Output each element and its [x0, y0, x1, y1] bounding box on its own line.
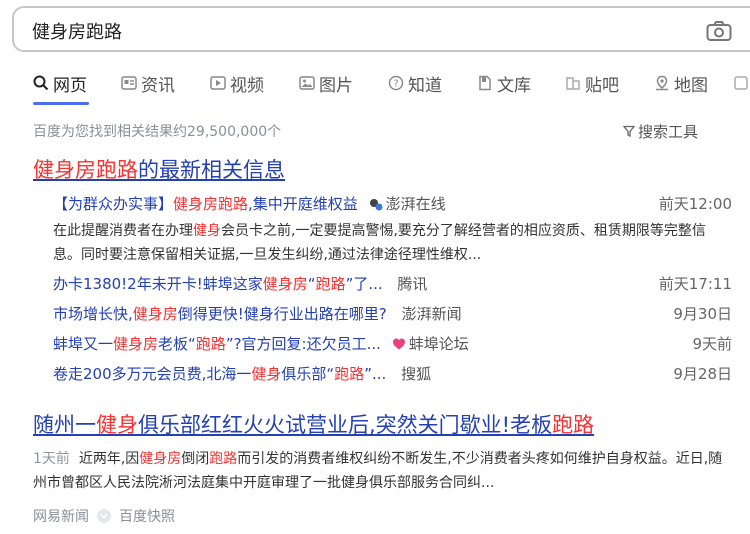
- news-title-highlight: 跑路: [195, 335, 226, 353]
- news-title-part: ,集中开庭维权益: [248, 195, 358, 213]
- tab-web[interactable]: 网页: [33, 70, 87, 96]
- news-title-part: 俱乐部“: [281, 365, 335, 383]
- title-text: 的最新相关信息: [138, 158, 285, 182]
- news-title-part: 卷走200多万元会员费,北海一: [53, 365, 252, 383]
- news-title-highlight: 健身房跑路: [173, 195, 249, 213]
- news-title-part: ”?官方回复:还欠员工...: [225, 335, 381, 353]
- document-icon: [477, 75, 493, 91]
- news-block-title[interactable]: 健身房跑路的最新相关信息: [33, 154, 285, 184]
- news-title-highlight: 健身房: [262, 275, 308, 293]
- tab-tieba[interactable]: 贴吧: [565, 70, 619, 96]
- snippet-text: 在此提醒消费者在办理: [53, 223, 193, 239]
- result-date: 1天前: [33, 451, 70, 467]
- news-time: 前天12:00: [658, 195, 732, 213]
- snapshot-link[interactable]: 百度快照: [119, 506, 175, 526]
- news-source: 腾讯: [397, 275, 428, 293]
- source-logo-icon: [369, 197, 383, 211]
- filter-icon: [622, 123, 636, 141]
- search-tools-button[interactable]: 搜索工具: [622, 121, 699, 142]
- title-highlight: 健身: [96, 413, 138, 437]
- news-title-part: 【为群众办实事】: [53, 195, 174, 213]
- tab-label: 知道: [408, 75, 442, 96]
- result-count: 百度为您找到相关结果约29,500,000个: [33, 124, 282, 140]
- tab-label: 网页: [53, 75, 87, 96]
- news-title-part: 老板“: [158, 335, 196, 353]
- active-tab-indicator: [33, 102, 89, 105]
- tab-more[interactable]: [733, 70, 749, 96]
- search-box[interactable]: [12, 6, 750, 52]
- tab-label: 资讯: [141, 75, 175, 96]
- tab-label: 视频: [230, 75, 264, 96]
- news-time: 前天17:11: [658, 275, 732, 293]
- source-logo-icon: [392, 337, 406, 351]
- result-snippet: 1天前 近两年,因健身房倒闭跑路而引发的消费者维权纠纷不断发生,不少消费者头疼如…: [33, 447, 733, 495]
- tab-label: 图片: [319, 75, 353, 96]
- tab-images[interactable]: 图片: [299, 70, 353, 96]
- news-item[interactable]: 市场增长快,健身房倒得更快!健身行业出路在哪里? 澎湃新闻: [53, 303, 462, 324]
- news-source: 澎湃在线: [385, 195, 446, 213]
- image-icon: [299, 75, 315, 91]
- tab-news[interactable]: 资讯: [121, 70, 175, 96]
- tab-label: 地图: [674, 75, 708, 96]
- news-snippet: 在此提醒消费者在办理健身会员卡之前,一定要提高警惕,要充分了解经营者的相应资质、…: [53, 219, 733, 267]
- news-time: 9月30日: [673, 305, 732, 323]
- news-source: 澎湃新闻: [401, 305, 462, 323]
- news-title-part: ”了...: [345, 275, 383, 293]
- tab-wenku[interactable]: 文库: [477, 70, 531, 96]
- search-icon: [33, 75, 49, 91]
- tab-label: 文库: [497, 75, 531, 96]
- video-icon: [210, 75, 226, 91]
- svg-text:?: ?: [393, 79, 398, 90]
- news-title-part: 办卡1380!2年未开卡!蚌埠这家: [53, 275, 263, 293]
- news-item[interactable]: 办卡1380!2年未开卡!蚌埠这家健身房“跑路”了... 腾讯: [53, 273, 427, 294]
- title-text: 俱乐部红红火火试营业后,突然关门歇业!老板: [138, 413, 553, 437]
- news-icon: [121, 75, 137, 91]
- snippet-highlight: 健身房: [139, 451, 182, 467]
- tieba-icon: [565, 75, 581, 91]
- snippet-highlight: 健身: [193, 223, 221, 239]
- news-title-part: 市场增长快,: [53, 305, 133, 323]
- news-title-part: ”...: [364, 365, 387, 383]
- tab-video[interactable]: 视频: [210, 70, 264, 96]
- news-title-part: 倒得更快!健身行业出路在哪里?: [177, 305, 387, 323]
- tab-label: 贴吧: [585, 75, 619, 96]
- news-item[interactable]: 蚌埠又一健身房老板“跑路”?官方回复:还欠员工... 蚌埠论坛: [53, 333, 469, 354]
- news-title-part: “: [307, 275, 316, 293]
- camera-icon[interactable]: [706, 20, 732, 42]
- search-tabs: 网页 资讯 视频 图片 ? 知道 文库 贴吧 地图: [33, 70, 750, 106]
- news-title-highlight: 跑路: [315, 275, 346, 293]
- map-icon: [654, 75, 670, 91]
- news-title-highlight: 跑路: [334, 365, 365, 383]
- snippet-text: 近两年,因: [78, 451, 140, 467]
- title-text: 随州一: [33, 413, 96, 437]
- result-footer: 网易新闻 百度快照: [33, 506, 175, 526]
- search-input[interactable]: [32, 19, 632, 43]
- search-tools-label: 搜索工具: [638, 123, 699, 141]
- tab-zhidao[interactable]: ? 知道: [388, 70, 442, 96]
- news-time: 9天前: [692, 335, 732, 353]
- question-icon: ?: [388, 75, 404, 91]
- news-source: 搜狐: [401, 365, 432, 383]
- tab-map[interactable]: 地图: [654, 70, 708, 96]
- shield-icon[interactable]: [97, 509, 111, 523]
- result-source[interactable]: 网易新闻: [33, 506, 89, 526]
- news-time: 9月28日: [673, 365, 732, 383]
- title-highlight: 健身房跑路: [33, 158, 138, 182]
- news-title-part: 蚌埠又一: [53, 335, 114, 353]
- news-title-highlight: 健身房: [132, 305, 178, 323]
- snippet-text: 倒闭: [181, 451, 210, 467]
- news-title-highlight: 健身房: [113, 335, 159, 353]
- title-highlight: 跑路: [552, 413, 595, 437]
- news-item[interactable]: 【为群众办实事】健身房跑路,集中开庭维权益 澎湃在线: [53, 193, 446, 214]
- result-title[interactable]: 随州一健身俱乐部红红火火试营业后,突然关门歇业!老板跑路: [33, 409, 594, 439]
- news-item[interactable]: 卷走200多万元会员费,北海一健身俱乐部“跑路”... 搜狐: [53, 363, 431, 384]
- more-icon: [733, 75, 749, 91]
- snippet-highlight: 跑路: [209, 451, 238, 467]
- news-title-highlight: 健身: [251, 365, 282, 383]
- news-source: 蚌埠论坛: [408, 335, 469, 353]
